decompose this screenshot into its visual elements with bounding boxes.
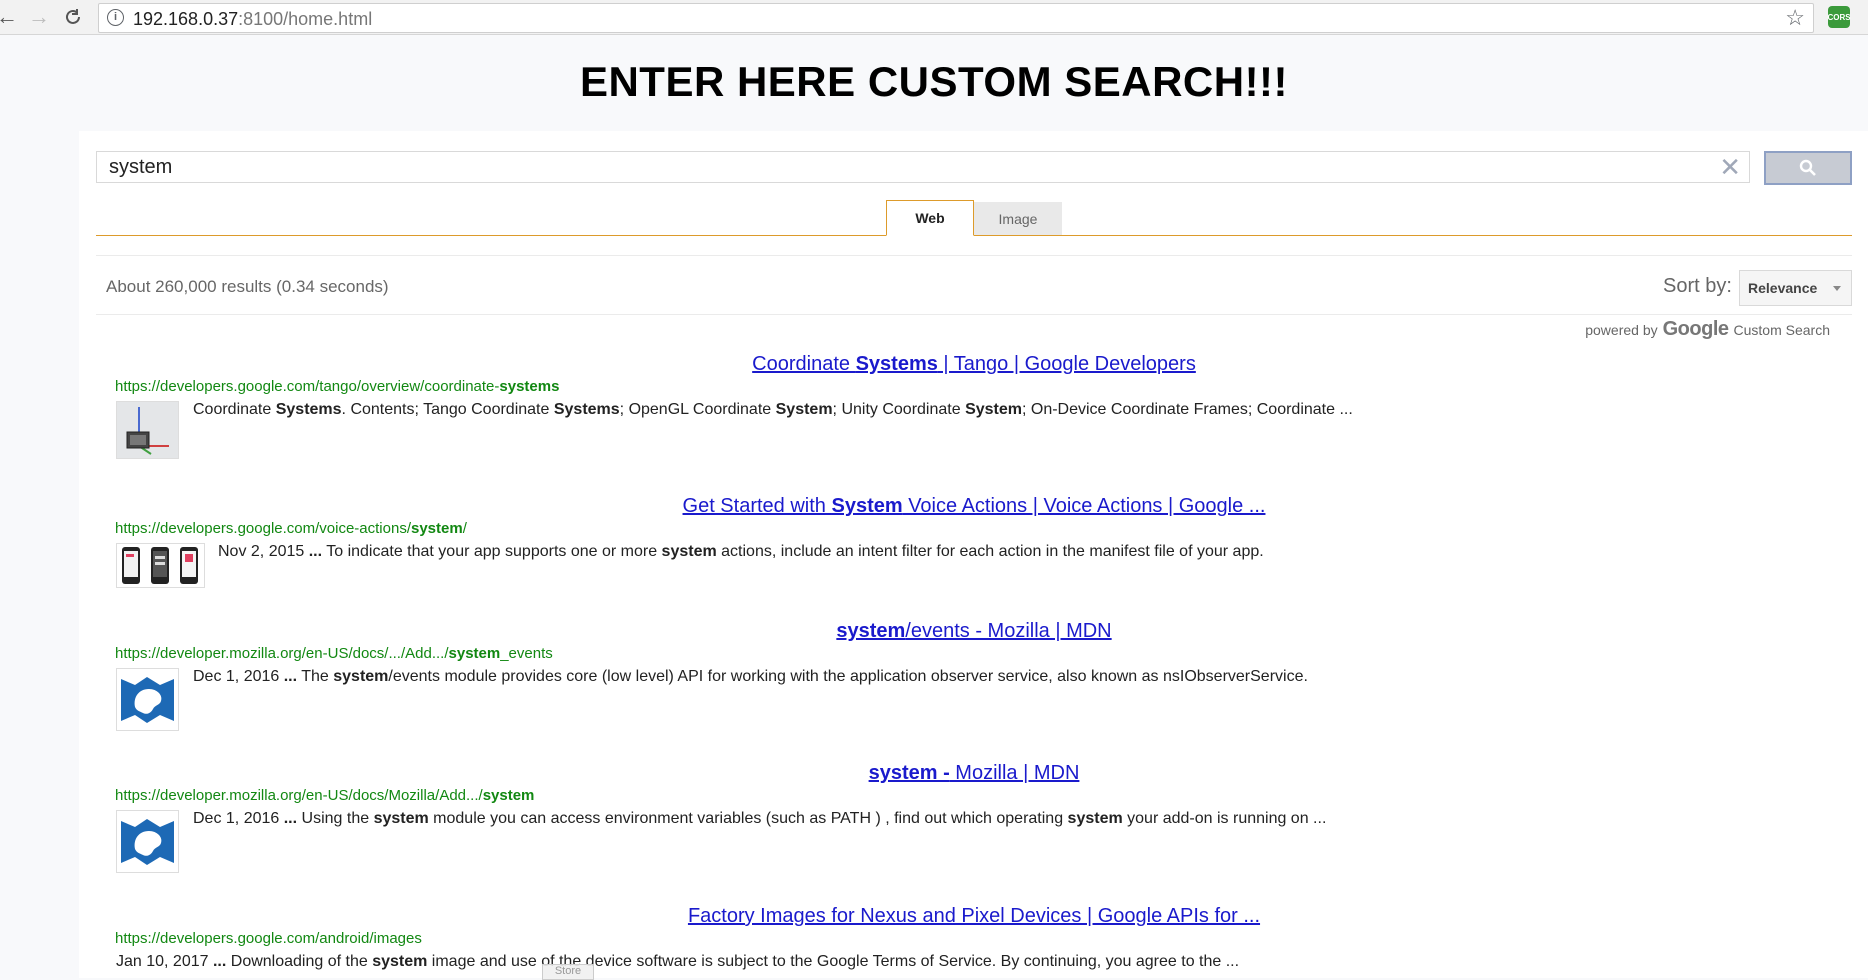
search-icon — [1799, 159, 1816, 176]
tab-image[interactable]: Image — [974, 202, 1062, 235]
result-title-link[interactable]: system - Mozilla | MDN — [115, 762, 1833, 785]
result-title-link[interactable]: Factory Images for Nexus and Pixel Devic… — [115, 905, 1833, 928]
result-url: https://developers.google.com/android/im… — [115, 930, 422, 947]
result-snippet: Coordinate Systems. Contents; Tango Coor… — [193, 401, 1353, 418]
search-box: ✕ — [96, 151, 1750, 183]
clear-icon[interactable]: ✕ — [1719, 152, 1741, 182]
powered-by-text: powered by — [1585, 321, 1658, 338]
custom-search-text: Custom Search — [1733, 321, 1830, 338]
search-button[interactable] — [1764, 151, 1852, 185]
result-title-link[interactable]: Get Started with System Voice Actions | … — [115, 495, 1833, 518]
page-title: ENTER HERE CUSTOM SEARCH!!! — [579, 58, 1289, 105]
google-logo: Google — [1662, 318, 1729, 340]
sort-dropdown[interactable]: Relevance — [1739, 270, 1852, 306]
result-thumbnail[interactable] — [116, 543, 205, 588]
result-url: https://developers.google.com/tango/over… — [115, 378, 560, 395]
result-snippet: Dec 1, 2016 ... The system/events module… — [193, 668, 1308, 685]
google-branding: powered by Google Custom Search — [1585, 318, 1830, 341]
url-text[interactable]: 192.168.0.37:8100/home.html — [133, 9, 372, 30]
result-thumbnail[interactable] — [116, 810, 179, 873]
result-url: https://developer.mozilla.org/en-US/docs… — [115, 787, 535, 804]
sort-label: Sort by: — [1663, 275, 1732, 297]
result-snippet: Dec 1, 2016 ... Using the system module … — [193, 810, 1327, 827]
tabs-underline — [96, 235, 1852, 236]
reload-icon[interactable] — [60, 4, 86, 30]
bookmark-star-icon[interactable]: ☆ — [1785, 5, 1805, 31]
result-url: https://developer.mozilla.org/en-US/docs… — [115, 645, 553, 662]
forward-icon[interactable]: → — [26, 4, 52, 30]
result-url: https://developers.google.com/voice-acti… — [115, 520, 467, 537]
result-title-link[interactable]: Coordinate Systems | Tango | Google Deve… — [115, 353, 1833, 376]
divider — [96, 255, 1852, 256]
result-snippet: Nov 2, 2015 ... To indicate that your ap… — [218, 543, 1264, 560]
search-input[interactable] — [107, 154, 1711, 180]
result-title-link[interactable]: system/events - Mozilla | MDN — [115, 620, 1833, 643]
results-count: About 260,000 results (0.34 seconds) — [106, 277, 389, 296]
back-icon[interactable]: ← — [0, 4, 20, 30]
result-thumbnail[interactable] — [116, 401, 179, 459]
address-bar[interactable]: i 192.168.0.37:8100/home.html ☆ — [98, 3, 1814, 33]
result-snippet: Jan 10, 2017 ... Downloading of the syst… — [116, 953, 1240, 970]
divider — [96, 314, 1852, 315]
mdn-dino-icon — [117, 669, 178, 730]
tab-web[interactable]: Web — [886, 200, 974, 236]
result-thumbnail[interactable] — [116, 668, 179, 731]
cors-extension-icon[interactable]: CORS — [1827, 6, 1851, 28]
chevron-down-icon — [1833, 286, 1841, 291]
info-icon[interactable]: i — [107, 9, 124, 26]
mdn-dino-icon — [117, 811, 178, 872]
browser-toolbar: ← → i 192.168.0.37:8100/home.html ☆ CORS — [0, 0, 1868, 35]
sort-value: Relevance — [1748, 280, 1818, 296]
